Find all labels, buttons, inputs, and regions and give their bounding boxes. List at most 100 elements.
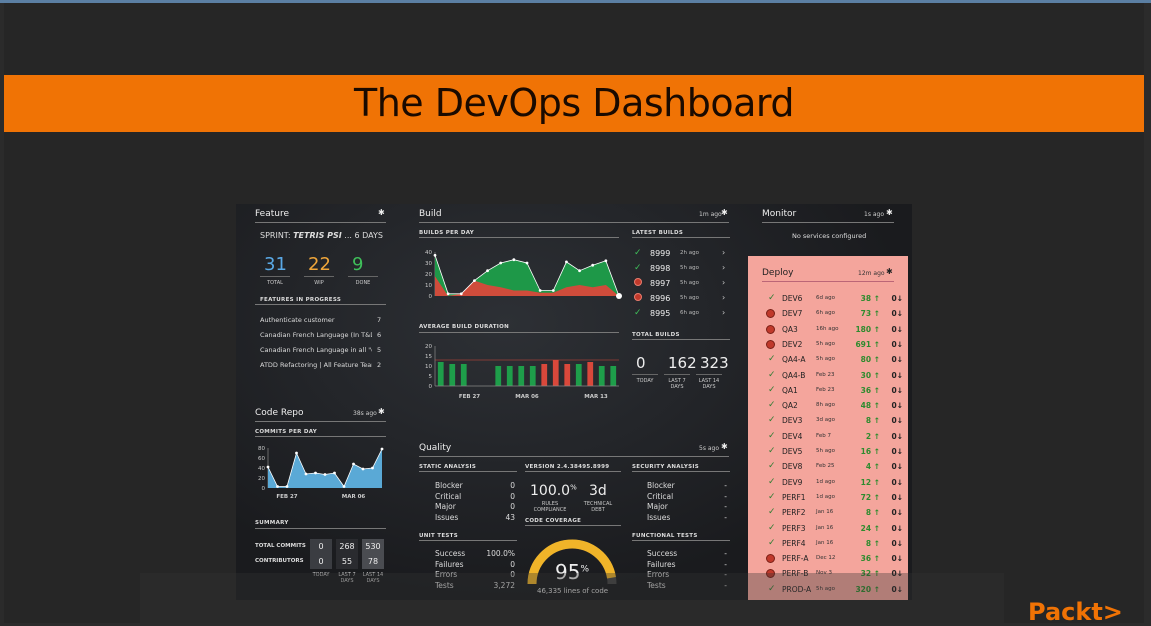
deploy-row[interactable]: DEV2 5h ago 691 ↑ 0↓ [748,337,908,352]
technical-debt-label: TECHNICAL DEBT [583,501,613,513]
arrow-up-icon: ↑ [871,462,880,472]
check-icon: ✓ [768,293,776,303]
y-tick-label: 20 [258,476,265,482]
deploy-down-count: 0↓ [891,539,903,548]
deploy-row[interactable]: ✓ DEV3 3d ago 8 ↑ 0↓ [748,413,908,428]
arrow-up-icon: ↑ [871,416,880,426]
commits-chart: 80 60 40 20 0 FEB 27 MAR 06 [258,446,384,500]
metric-label: Success [435,549,466,558]
y-tick-label: 0 [262,486,266,492]
chevron-right-icon[interactable]: › [722,308,725,317]
y-tick-label: 30 [425,261,432,267]
metric-value: - [724,502,727,511]
deploy-row[interactable]: PERF-A Dec 12 36 ↑ 0↓ [748,551,908,566]
metric-value: - [724,481,727,490]
deploy-time: 8h ago [816,402,835,409]
metric-label: Blocker [647,481,675,490]
metric-label: Blocker [435,481,463,490]
latest-build-row[interactable]: ✓ 8998 5h ago › [634,262,734,277]
deploy-row[interactable]: ✓ QA1 Feb 23 36 ↑ 0↓ [748,383,908,398]
deploy-row[interactable]: ✓ PERF3 Jan 16 24 ↑ 0↓ [748,521,908,536]
deploy-time: Jan 16 [816,539,834,546]
dashboard-screenshot: Feature ✱ SPRINT: TETRIS PSI ... 6 DAYS … [236,204,912,600]
deploy-env-name: PERF4 [782,538,806,548]
deploy-row[interactable]: DEV7 6h ago 73 ↑ 0↓ [748,306,908,321]
summary-cell: 55 [336,554,358,569]
metric-label: Success [647,549,678,558]
deploy-down-count: 0↓ [891,294,903,303]
check-icon: ✓ [768,369,776,380]
metric-value: 0 [510,491,515,501]
deploy-time: 5h ago [816,356,835,363]
deploy-row[interactable]: ✓ DEV5 5h ago 16 ↑ 0↓ [748,444,908,459]
deploy-env-name: QA4-B [782,370,806,380]
arrow-down-icon: ↓ [896,431,903,441]
deploy-row[interactable]: ✓ DEV4 Feb 7 2 ↑ 0↓ [748,429,908,444]
deploy-row[interactable]: ✓ DEV8 Feb 25 4 ↑ 0↓ [748,459,908,474]
technical-debt-value: 3d [589,483,607,499]
arrow-up-icon: ↑ [871,447,880,456]
coderepo-gear-icon[interactable]: ✱ [378,407,385,416]
data-point [459,292,463,296]
metric-value: 0 [510,559,515,569]
video-controls-overlay [140,573,1004,623]
feature-gear-icon[interactable]: ✱ [378,208,385,217]
data-point [295,451,298,455]
avg-build-duration-chart: 20 15 10 5 0 FEB 27 MAR 06 MAR 13 [425,344,619,400]
latest-build-row[interactable]: 8996 5h ago › [634,292,734,307]
summary-cell: 268 [336,539,358,554]
deploy-row[interactable]: ✓ DEV6 6d ago 38 ↑ 0↓ [748,291,908,306]
features-in-progress-title: FEATURES IN PROGRESS [260,297,342,303]
data-point [342,485,346,488]
y-tick-label: 0 [429,384,433,390]
data-point [525,261,529,265]
deploy-row[interactable]: ✓ QA4-B Feb 23 30 ↑ 0↓ [748,368,908,383]
feature-stat-value: 9 [352,254,364,275]
deploy-env-name: DEV6 [782,294,803,303]
arrow-down-icon: ↓ [896,462,903,472]
quality-gear-icon[interactable]: ✱ [721,442,728,451]
deploy-row[interactable]: ✓ QA2 8h ago 48 ↑ 0↓ [748,398,908,413]
deploy-env-name: QA2 [782,401,798,411]
feature-item-count: 7 [377,316,382,324]
latest-build-row[interactable]: ✓ 8995 6h ago › [634,307,734,322]
deploy-gear-icon[interactable]: ✱ [886,267,893,276]
summary-title: SUMMARY [255,520,289,526]
duration-bar [437,362,444,386]
deploy-down-count: 0↓ [891,325,903,334]
feature-stat-label: DONE [355,280,371,286]
metric-value: 43 [505,512,515,522]
data-point [538,289,542,292]
functional-tests-title: FUNCTIONAL TESTS [632,533,698,539]
feature-item-name: Canadian French Language in all "ot... [260,346,372,354]
arrow-up-icon: ↑ [871,523,880,533]
deploy-down-count: 0↓ [891,340,903,349]
deploy-row[interactable]: ✓ QA4-A 5h ago 80 ↑ 0↓ [748,352,908,367]
data-point [591,263,595,267]
deploy-row[interactable]: ✓ DEV9 1d ago 12 ↑ 0↓ [748,475,908,490]
deploy-time: 1d ago [816,493,835,500]
data-point [380,447,384,451]
monitor-gear-icon[interactable]: ✱ [886,208,893,217]
deploy-row[interactable]: QA3 16h ago 180 ↑ 0↓ [748,322,908,337]
deploy-row[interactable]: ✓ PERF2 Jan 16 8 ↑ 0↓ [748,505,908,520]
arrow-down-icon: ↓ [896,309,903,319]
latest-build-row[interactable]: ✓ 8999 2h ago › [634,247,734,262]
chevron-right-icon[interactable]: › [722,278,725,287]
build-gear-icon[interactable]: ✱ [721,208,728,217]
deploy-row[interactable]: ✓ PERF1 1d ago 72 ↑ 0↓ [748,490,908,505]
deploy-time: Jan 16 [816,524,834,531]
chevron-right-icon[interactable]: › [722,263,725,272]
deploy-env-name: QA3 [782,324,798,334]
deploy-env-name: DEV4 [782,431,803,441]
chevron-right-icon[interactable]: › [722,248,725,257]
chevron-right-icon[interactable]: › [722,293,725,302]
deploy-down-count: 0↓ [891,524,903,533]
summary-cell: 78 [362,554,384,569]
arrow-down-icon: ↓ [896,447,903,456]
arrow-down-icon: ↓ [896,385,903,395]
deploy-updated: 12m ago [858,270,885,277]
arrow-up-icon: ↑ [871,294,880,303]
deploy-row[interactable]: ✓ PERF4 Jan 16 8 ↑ 0↓ [748,536,908,551]
latest-build-row[interactable]: 8997 5h ago › [634,277,734,292]
